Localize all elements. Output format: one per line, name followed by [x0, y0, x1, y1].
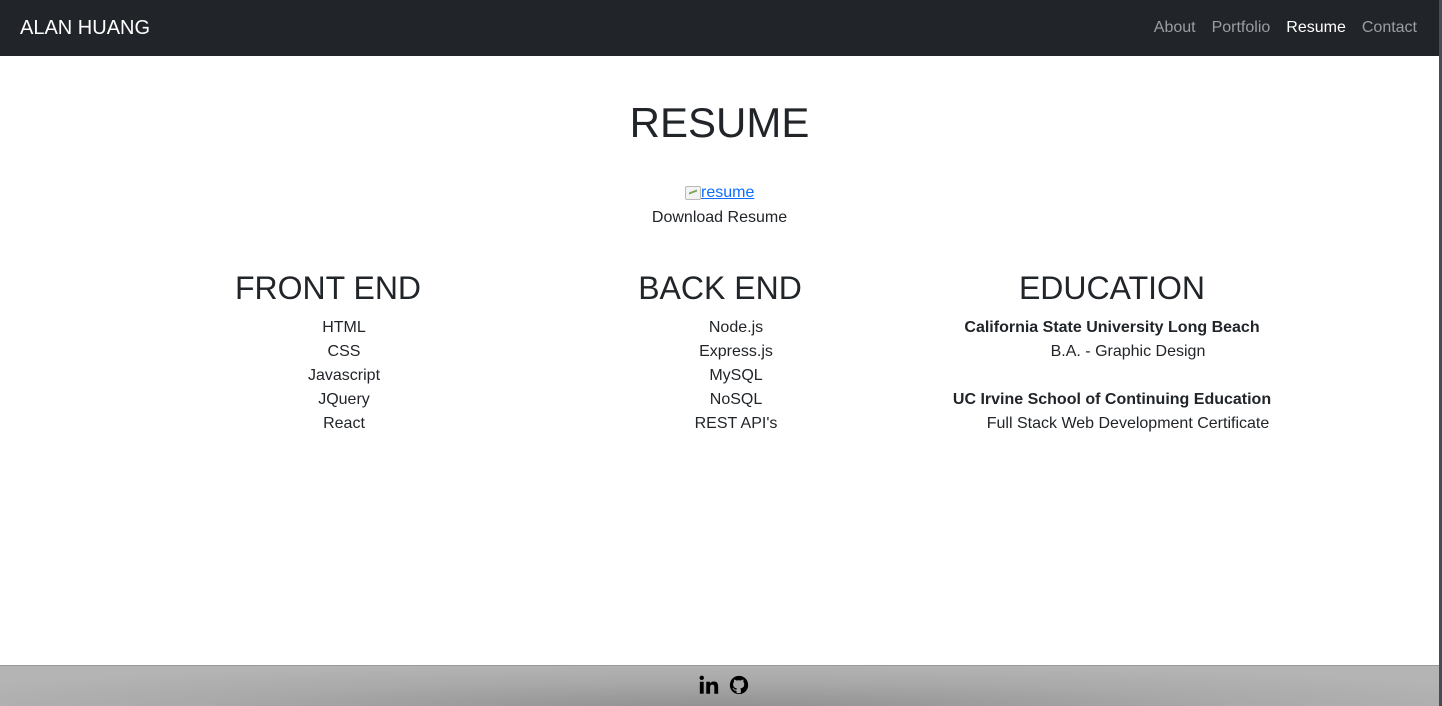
education-heading: EDUCATION	[1018, 270, 1206, 306]
nav-link-portfolio[interactable]: Portfolio	[1212, 17, 1271, 39]
degree-name: Full Stack Web Development Certificate	[986, 415, 1270, 432]
download-resume-label: Download Resume	[651, 209, 788, 226]
resume-image-link[interactable]: resume	[685, 182, 754, 204]
footer	[0, 665, 1439, 706]
school-name: UC Irvine School of Continuing Education	[952, 391, 1272, 408]
skill-item: React	[323, 415, 365, 432]
broken-image-icon	[685, 186, 701, 200]
page-title: RESUME	[629, 99, 810, 146]
nav-links: About Portfolio Resume Contact	[1154, 17, 1417, 39]
front-end-list: HTML CSS Javascript JQuery React	[160, 316, 528, 436]
education-entry: UC Irvine School of Continuing Education…	[912, 388, 1312, 436]
github-icon[interactable]	[728, 674, 750, 696]
skill-item: Express.js	[699, 343, 773, 360]
linkedin-icon[interactable]	[698, 674, 720, 696]
back-end-section: BACK END Node.js Express.js MySQL NoSQL …	[520, 268, 920, 436]
back-end-heading: BACK END	[638, 270, 802, 306]
skill-item: Node.js	[708, 319, 764, 336]
back-end-list: Node.js Express.js MySQL NoSQL REST API'…	[552, 316, 920, 436]
skill-item: Javascript	[307, 367, 381, 384]
skill-item: REST API's	[694, 415, 778, 432]
front-end-heading: FRONT END	[234, 270, 422, 306]
front-end-section: FRONT END HTML CSS Javascript JQuery Rea…	[128, 268, 528, 436]
education-section: EDUCATION California State University Lo…	[912, 268, 1312, 460]
nav-link-contact[interactable]: Contact	[1362, 17, 1417, 39]
nav-link-about[interactable]: About	[1154, 17, 1196, 39]
social-links	[698, 674, 750, 696]
skill-item: MySQL	[709, 367, 763, 384]
education-entry: California State University Long Beach B…	[912, 316, 1312, 364]
brand-logo-text[interactable]: ALAN HUANG	[20, 16, 150, 40]
nav-link-resume[interactable]: Resume	[1286, 17, 1346, 39]
school-name: California State University Long Beach	[964, 319, 1260, 336]
top-navbar: ALAN HUANG About Portfolio Resume Contac…	[0, 0, 1439, 56]
skill-item: HTML	[322, 319, 366, 336]
skill-item: JQuery	[318, 391, 370, 408]
resume-image-alt-text: resume	[701, 184, 755, 201]
skill-item: CSS	[327, 343, 361, 360]
page: ALAN HUANG About Portfolio Resume Contac…	[0, 0, 1439, 706]
skill-item: NoSQL	[709, 391, 763, 408]
degree-name: B.A. - Graphic Design	[1050, 343, 1206, 360]
